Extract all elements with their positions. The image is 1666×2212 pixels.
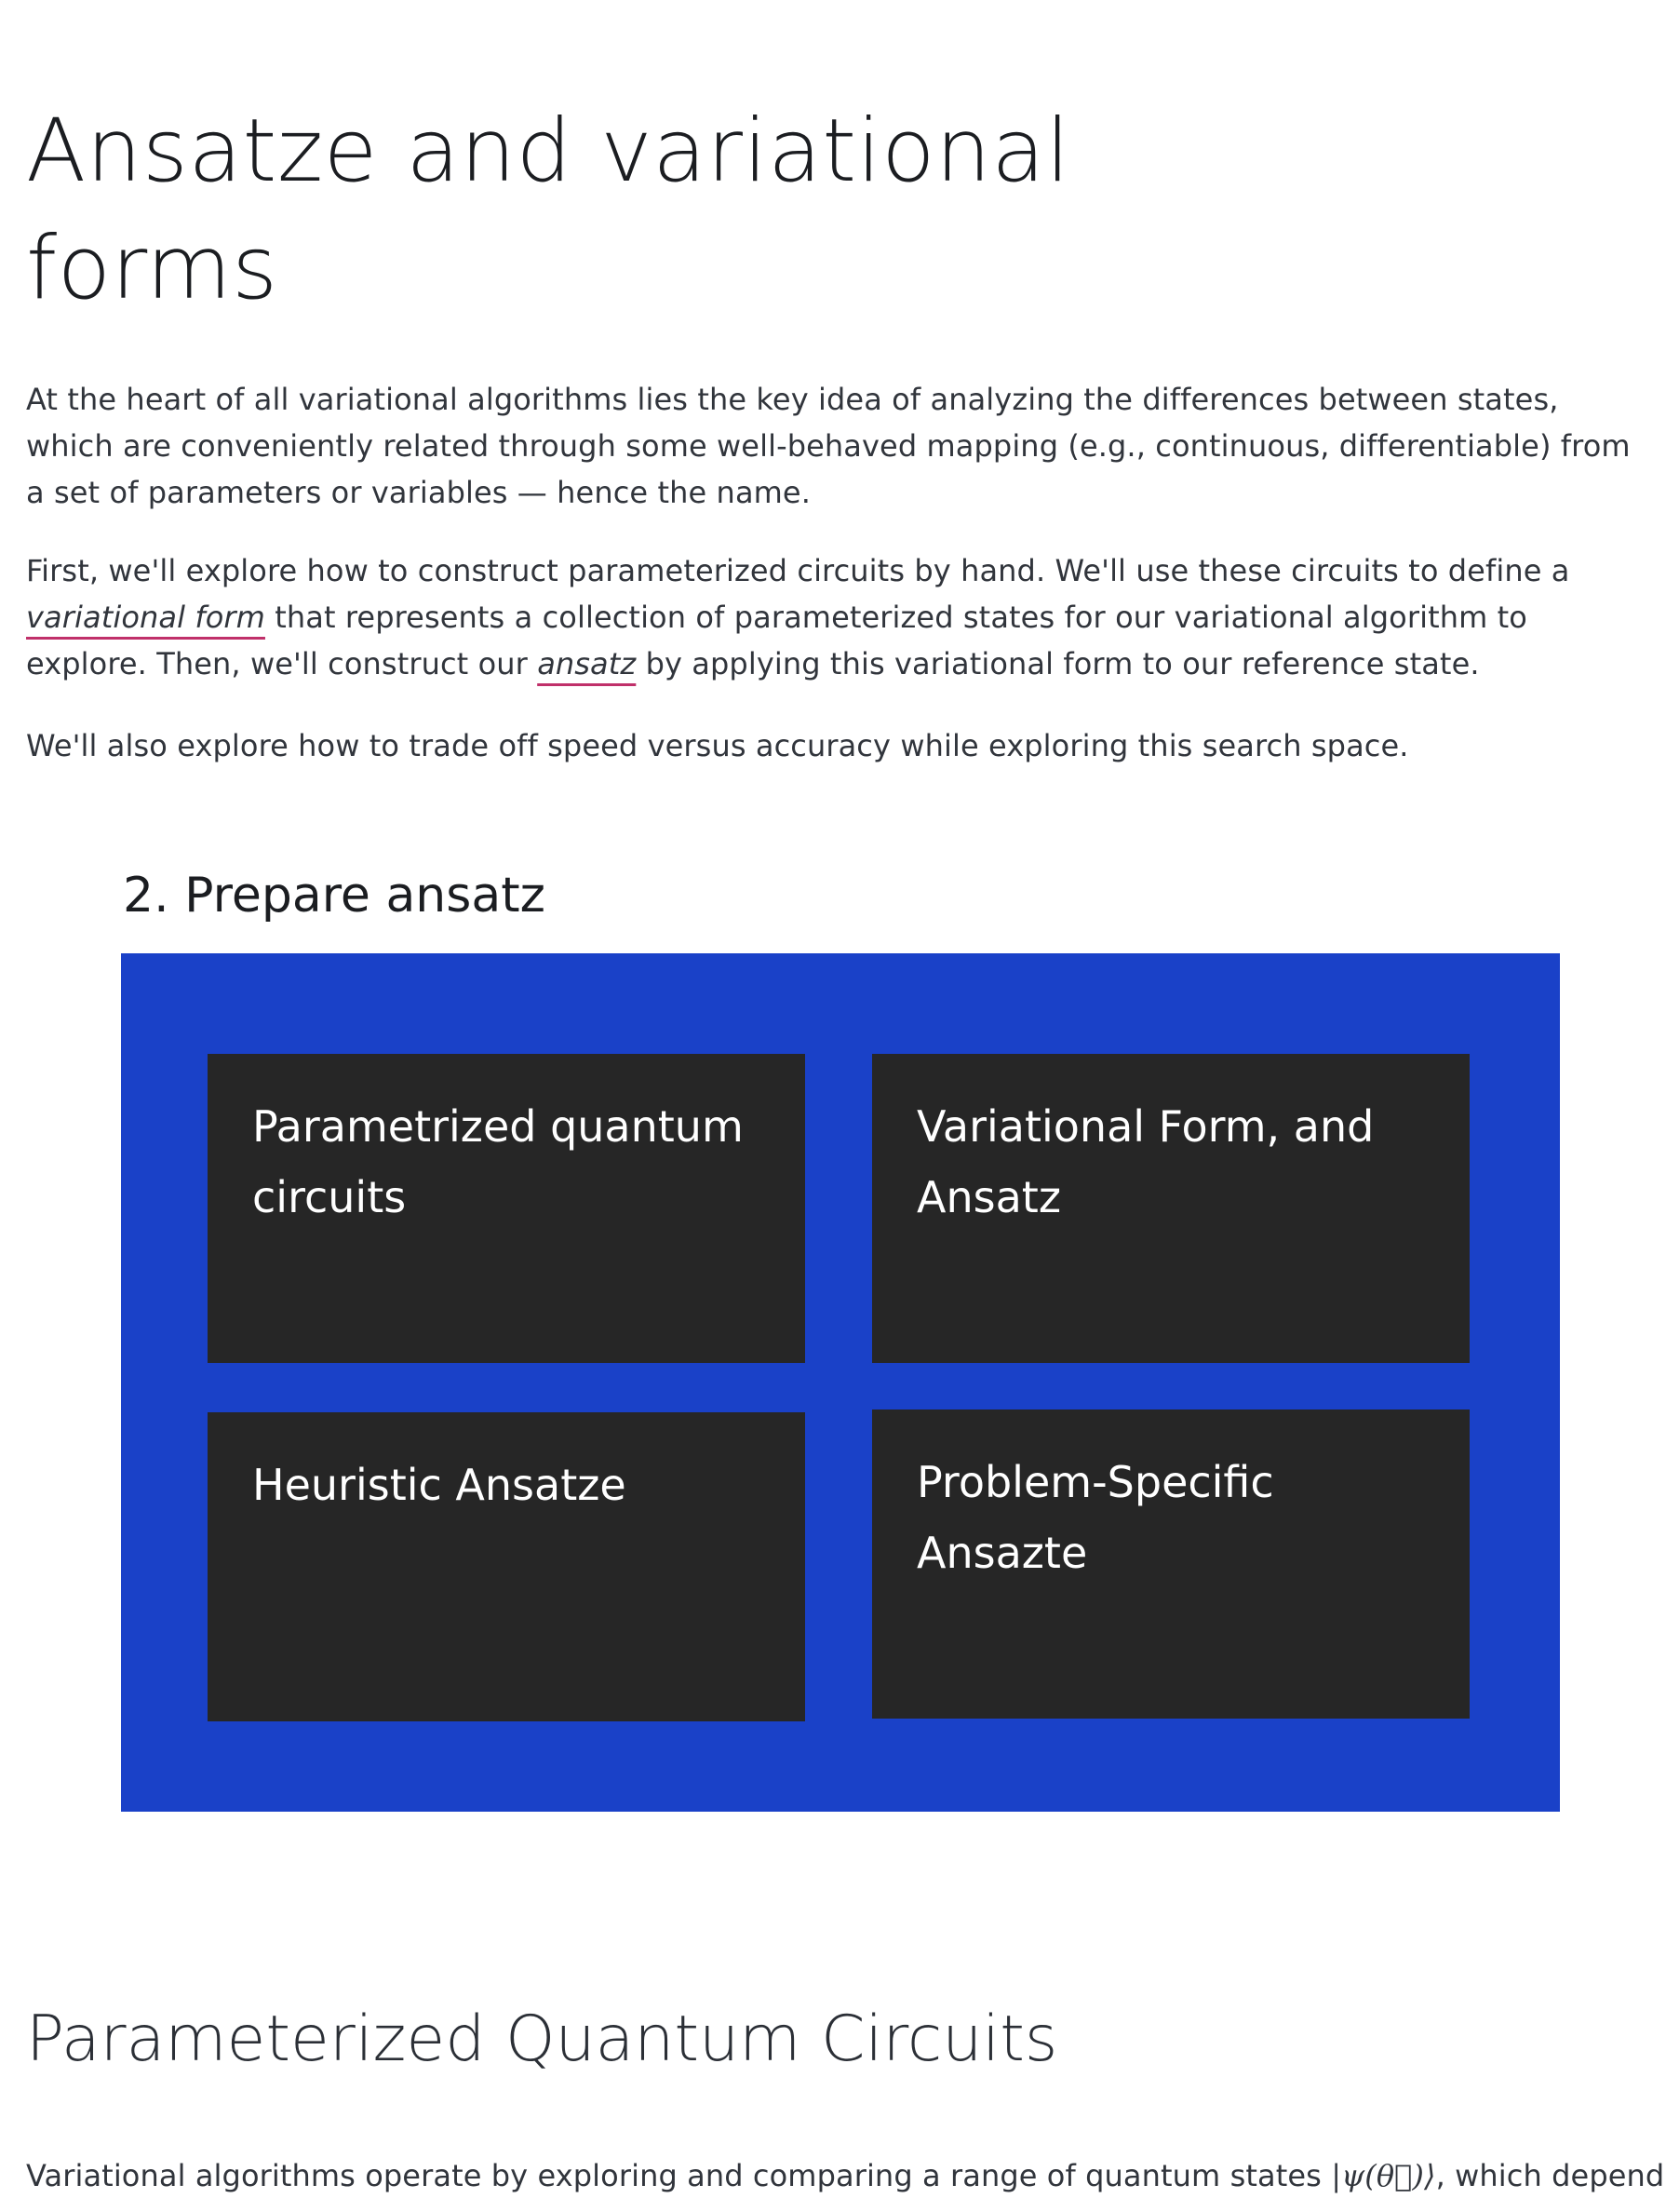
intro-paragraph-2-text-1: First, we'll explore how to construct pa…: [26, 553, 1570, 588]
intro-paragraph-2: First, we'll explore how to construct pa…: [26, 547, 1646, 687]
card-parametrized-quantum-circuits[interactable]: Parametrized quantum circuits: [208, 1054, 805, 1363]
intro-paragraph-1: At the heart of all variational algorith…: [26, 382, 1631, 510]
ansatz-term-link[interactable]: ansatz: [537, 646, 636, 681]
diagram-title: 2. Prepare ansatz: [123, 868, 545, 924]
section-heading: Parameterized Quantum Circuits: [26, 2003, 1058, 2076]
page-title: Ansatze and variational forms: [26, 101, 1070, 319]
card-variational-form-and-ansatz[interactable]: Variational Form, and Ansatz: [872, 1054, 1470, 1363]
intro-paragraph-2-text-3: by applying this variational form to our…: [636, 646, 1480, 681]
card-label: Parametrized quantum circuits: [252, 1101, 744, 1222]
card-problem-specific-ansatze[interactable]: Problem-Specific Ansazte: [872, 1409, 1470, 1719]
card-label: Heuristic Ansatze: [252, 1460, 626, 1510]
intro-paragraph-3: We'll also explore how to trade off spee…: [26, 728, 1409, 763]
card-label: Variational Form, and Ansatz: [917, 1101, 1375, 1222]
ansatz-diagram-panel: Parametrized quantum circuits Variationa…: [121, 953, 1560, 1812]
section-paragraph: Variational algorithms operate by explor…: [26, 2152, 1666, 2199]
section-paragraph-text-1: Variational algorithms operate by explor…: [26, 2158, 1332, 2193]
card-heuristic-ansatze[interactable]: Heuristic Ansatze: [208, 1412, 805, 1721]
variational-form-term-link[interactable]: variational form: [26, 600, 265, 635]
section-paragraph-text-2: , which depend on: [1435, 2158, 1666, 2193]
card-label: Problem-Specific Ansazte: [917, 1457, 1274, 1578]
quantum-state-math: |ψ(θ⃗)⟩: [1331, 2158, 1436, 2193]
